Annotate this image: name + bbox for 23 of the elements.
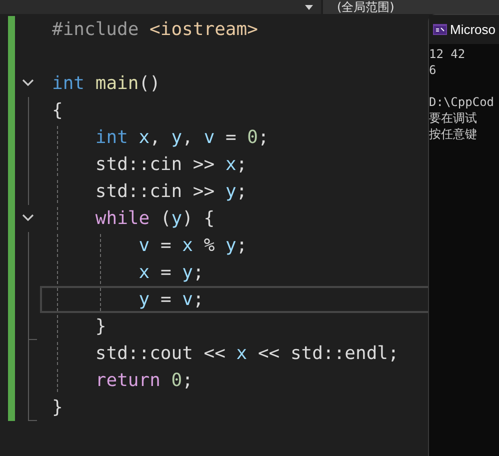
code-line: int main() [52, 72, 160, 95]
console-output: D:\CppCod [429, 95, 494, 109]
console-output: 12 42 [429, 47, 466, 61]
code-line: #include <iostream> [52, 18, 258, 41]
code-line: { [52, 99, 63, 122]
code-line: int x, y, v = 0; [95, 126, 269, 149]
console-output: 按任意键 [429, 127, 477, 141]
dropdown-caret-icon[interactable] [305, 4, 313, 10]
code-line: return 0; [95, 369, 193, 392]
code-line: y = v; [138, 288, 204, 311]
code-line: std::cin >> x; [95, 153, 248, 176]
console-output: 要在调试 [429, 111, 477, 125]
code-line: std::cout << x << std::endl; [95, 342, 399, 365]
console-output: 6 [429, 63, 436, 77]
code-line: } [52, 396, 63, 419]
code-line: v = x % y; [138, 234, 248, 257]
code-line: x = y; [138, 261, 204, 284]
console-app-icon [433, 24, 447, 35]
code-line: } [95, 315, 106, 338]
scope-label: (全局范围) [337, 0, 394, 14]
code-line: std::cin >> y; [95, 180, 248, 203]
console-title: Microso [450, 22, 496, 37]
code-line: while (y) { [95, 207, 215, 230]
